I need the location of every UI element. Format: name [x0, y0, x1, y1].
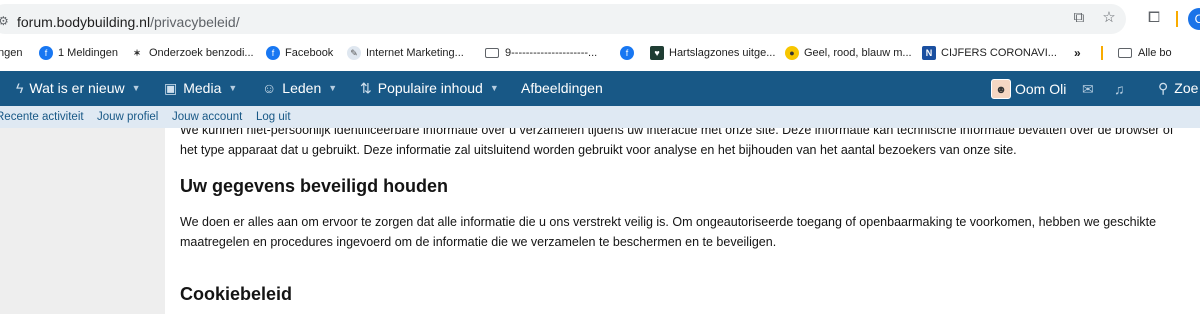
- nav-item-members[interactable]: ☺ Leden ▼: [262, 80, 337, 96]
- address-bar[interactable]: ⚙ forum.bodybuilding.nl/privacybeleid/: [0, 4, 1126, 34]
- bookmark-item[interactable]: N CIJFERS CORONAVI...: [922, 45, 1057, 61]
- subnav-your-profile[interactable]: Jouw profiel: [97, 111, 158, 123]
- bookmark-item[interactable]: ngen: [0, 45, 22, 61]
- chevron-down-icon[interactable]: ▼: [328, 83, 337, 93]
- forum-nav: ϟ Wat is er nieuw ▼ ▣ Media ▼ ☺ Leden ▼ ⇅ Popul…: [0, 71, 1200, 106]
- site-icon: ●: [785, 46, 799, 60]
- bookmarks-bar: ngen f1 Meldingen ✶ Onderzoek benzodi... …: [0, 38, 1200, 68]
- avatar: ☻: [991, 79, 1011, 99]
- site-icon: N: [922, 46, 936, 60]
- sidebar: [0, 128, 165, 314]
- site-icon: ✎: [347, 46, 361, 60]
- bookmark-item[interactable]: f Facebook: [266, 45, 333, 61]
- subnav-recent-activity[interactable]: Recente activiteit: [0, 111, 84, 123]
- search-button[interactable]: ⚲ Zoe: [1158, 80, 1198, 97]
- browser-toolbar: ⚙ forum.bodybuilding.nl/privacybeleid/ ⧉…: [0, 0, 1200, 38]
- bookmark-item[interactable]: f1 Meldingen: [39, 45, 118, 61]
- facebook-icon: f: [620, 46, 634, 60]
- extensions-icon[interactable]: ⧠: [1145, 9, 1163, 27]
- page-content: We kunnen niet-persoonlijk identificeerb…: [165, 128, 1200, 314]
- bookmark-item[interactable]: ✶ Onderzoek benzodi...: [130, 45, 254, 61]
- user-name: Oom Oli: [1015, 81, 1067, 97]
- site-icon: ♥: [650, 46, 664, 60]
- nav-item-whats-new[interactable]: ϟ Wat is er nieuw ▼: [16, 80, 141, 96]
- subnav-your-account[interactable]: Jouw account: [172, 111, 242, 123]
- site-info-icon[interactable]: ⚙: [0, 14, 12, 28]
- url-path: /privacybeleid/: [150, 14, 240, 30]
- bookmarks-divider: [1101, 46, 1103, 60]
- star-icon[interactable]: ☆: [1100, 9, 1118, 27]
- folder-icon: [1118, 48, 1132, 58]
- section-heading-cookies: Cookiebeleid: [180, 284, 293, 304]
- bookmarks-more-button[interactable]: »: [1074, 46, 1081, 60]
- chevron-down-icon[interactable]: ▼: [228, 83, 237, 93]
- bookmark-item[interactable]: ● Geel, rood, blauw m...: [785, 45, 912, 61]
- url-host: forum.bodybuilding.nl: [17, 14, 151, 30]
- user-menu[interactable]: ☻ Oom Oli: [991, 78, 1066, 100]
- inbox-icon[interactable]: ✉: [1082, 81, 1094, 98]
- chevron-down-icon[interactable]: ▼: [490, 83, 499, 93]
- bookmark-item[interactable]: ✎ Internet Marketing...: [347, 45, 464, 61]
- bolt-icon: ϟ: [16, 80, 24, 96]
- sort-icon: ⇅: [360, 80, 372, 96]
- url-text[interactable]: forum.bodybuilding.nl/privacybeleid/: [17, 14, 240, 30]
- camera-icon: ▣: [164, 80, 178, 96]
- nav-item-media[interactable]: ▣ Media ▼: [164, 80, 237, 97]
- account-subnav: Recente activiteit Jouw profiel Jouw acc…: [0, 106, 1200, 128]
- bookmark-folder[interactable]: 9---------------------...: [485, 45, 597, 61]
- bell-icon[interactable]: ♫: [1114, 81, 1125, 97]
- facebook-icon: f: [266, 46, 280, 60]
- nav-item-images[interactable]: Afbeeldingen: [521, 80, 603, 96]
- bookmark-item[interactable]: f: [620, 45, 639, 61]
- nav-item-popular[interactable]: ⇅ Populaire inhoud ▼: [360, 80, 499, 97]
- profile-avatar[interactable]: C: [1188, 8, 1200, 30]
- install-app-icon[interactable]: ⧉: [1070, 9, 1088, 27]
- other-bookmarks-folder[interactable]: Alle bo: [1118, 45, 1172, 61]
- toolbar-divider: [1176, 11, 1178, 27]
- subnav-log-out[interactable]: Log uit: [256, 111, 291, 123]
- bookmark-item[interactable]: ♥ Hartslagzones uitge...: [650, 45, 775, 61]
- folder-icon: [485, 48, 499, 58]
- privacy-paragraph-1: We kunnen niet-persoonlijk identificeerb…: [180, 128, 1174, 157]
- search-icon: ⚲: [1158, 80, 1169, 96]
- users-icon: ☺: [262, 80, 277, 96]
- privacy-paragraph-2: We doen er alles aan om ervoor te zorgen…: [180, 215, 1157, 249]
- site-icon: ✶: [130, 46, 144, 60]
- facebook-icon: f: [39, 46, 53, 60]
- section-heading-security: Uw gegevens beveiligd houden: [180, 176, 449, 196]
- chevron-down-icon[interactable]: ▼: [132, 83, 141, 93]
